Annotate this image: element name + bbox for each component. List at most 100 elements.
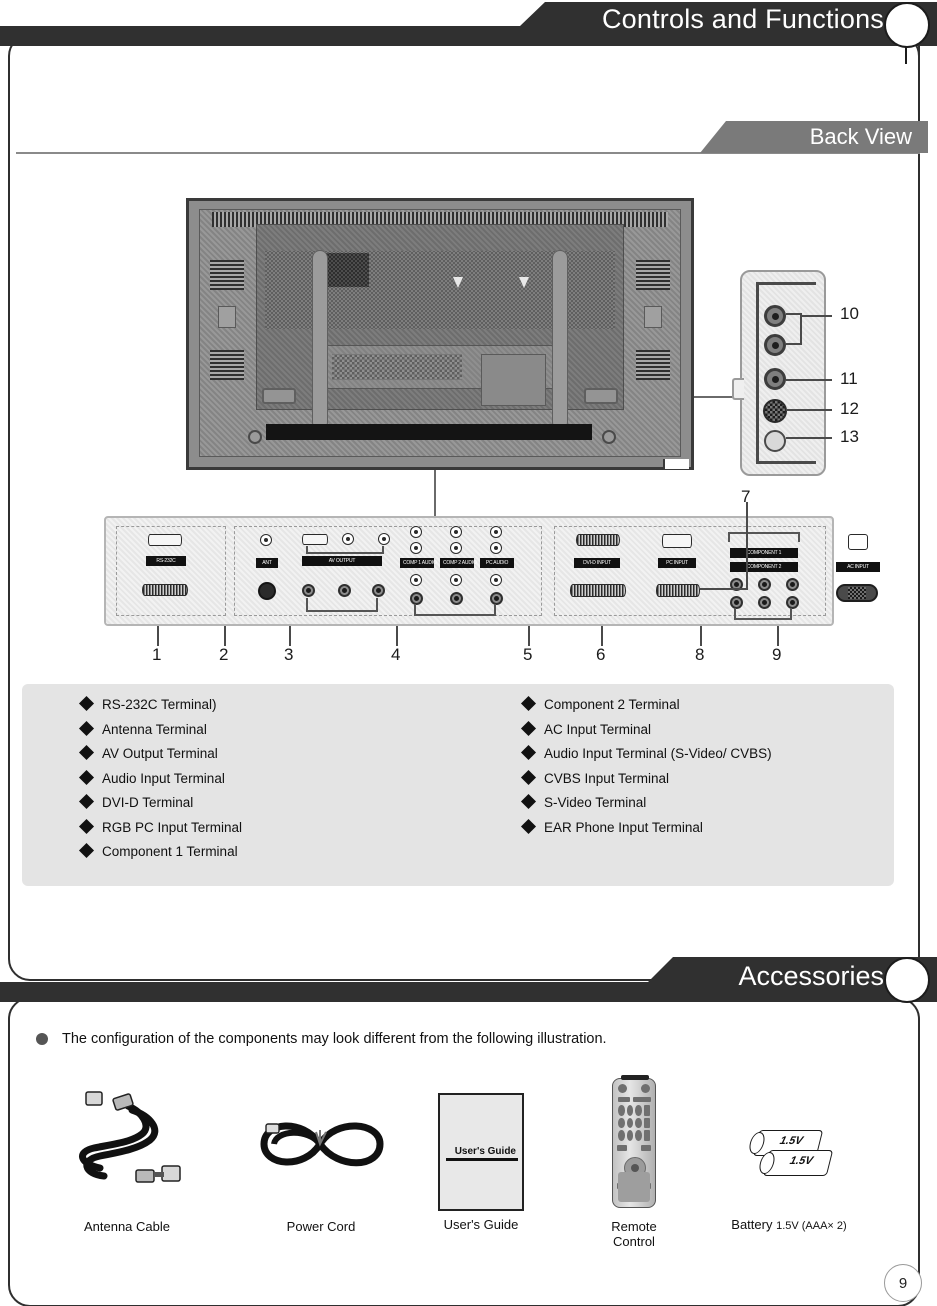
terminal-label-comp2-audio: COMP 2 AUDIO: [440, 558, 477, 568]
comp1-audio-icon-l: [410, 526, 422, 538]
av-output-icon: [302, 534, 328, 545]
antenna-cable-illustration: [70, 1090, 195, 1190]
side-jack-rca-audio-l: [764, 305, 786, 327]
tv-chassis: [199, 209, 681, 457]
legend-item-label: RS-232C Terminal): [102, 697, 217, 712]
callout-line-7h: [700, 588, 748, 590]
remote-power-button: [618, 1084, 627, 1093]
back-view-title: Back View: [809, 124, 912, 149]
remote-label-line2: Control: [613, 1234, 655, 1249]
rs232c-connector: [142, 584, 188, 596]
tv-arrow-marker-icon: [453, 277, 463, 288]
dvi-d-icon: [576, 534, 620, 546]
av-output-jack-audio-r: [372, 584, 385, 597]
terminal-label-rs232c: RS-232C: [146, 556, 186, 566]
accessories-note: The configuration of the components may …: [36, 1031, 607, 1047]
callout-number-2: 2: [219, 645, 229, 664]
terminal-label-component-2: COMPONENT 2: [730, 562, 798, 572]
tv-dot-grille: [332, 354, 462, 380]
page-number: 9: [884, 1264, 922, 1302]
callout-tick-8: [700, 626, 702, 646]
diamond-bullet-icon: [78, 695, 95, 712]
ac-input-socket: [836, 584, 878, 602]
diamond-bullet-icon: [78, 793, 95, 810]
accessory-label-power-cord: Power Cord: [286, 1219, 356, 1234]
legend-item: DVI-D Terminal: [78, 793, 242, 810]
legend-item: CVBS Input Terminal: [520, 769, 772, 786]
remote-key: [618, 1105, 625, 1116]
legend-item: RS-232C Terminal): [78, 695, 242, 712]
audio-jack-bracket: [414, 604, 496, 616]
callout-tick-5: [528, 626, 530, 646]
side-jack-earphone: [764, 430, 786, 452]
legend-item-label: DVI-D Terminal: [102, 795, 194, 810]
callout-tick-3: [289, 626, 291, 646]
av-output-jack-audio-l: [338, 584, 351, 597]
tv-side-vent: [636, 260, 670, 290]
legend-item-label: Audio Input Terminal: [102, 770, 225, 786]
av-output-audio-icon-l: [342, 533, 354, 545]
remote-key: [643, 1117, 650, 1129]
callout-tick-6: [601, 626, 603, 646]
av-output-jack-bracket: [306, 598, 378, 612]
callout-number-4: 4: [391, 645, 401, 664]
callout-line-10d: [786, 313, 802, 315]
legend-column-left: RS-232C Terminal) Antenna Terminal AV Ou…: [78, 695, 242, 868]
component1-jack-pr: [786, 578, 799, 591]
remote-key: [635, 1117, 642, 1129]
diamond-bullet-icon: [520, 793, 537, 810]
tv-side-vent: [210, 350, 244, 380]
diamond-bullet-icon: [78, 842, 95, 859]
rear-terminal-panel: RS-232C ANT AV OUTPUT COMP 1 AUDIO COMP …: [104, 516, 880, 626]
callout-line-12: [786, 409, 832, 411]
comp1-audio-plug-icon: [410, 574, 422, 586]
diamond-bullet-icon: [78, 720, 95, 736]
tv-lower-panel: [323, 345, 557, 406]
tv-side-port: [644, 306, 662, 328]
callout-number-11: 11: [840, 369, 858, 388]
remote-key: [626, 1105, 633, 1116]
comp2-audio-icon-l: [450, 526, 462, 538]
battery-label-2: 1.5V: [788, 1155, 815, 1167]
users-guide-illustration: User's Guide: [438, 1093, 524, 1211]
bullet-dot-icon: [36, 1033, 48, 1045]
battery-label-main: Battery: [731, 1217, 777, 1232]
legend-item-label: Component 1 Terminal: [102, 844, 238, 859]
legend-item: Component 1 Terminal: [78, 842, 242, 859]
callout-line-10c: [786, 343, 802, 345]
accessories-banner-title: Accessories: [738, 961, 884, 991]
callout-number-5: 5: [523, 645, 533, 664]
tv-side-vent: [210, 260, 244, 290]
controls-banner-title: Controls and Functions: [601, 4, 884, 34]
accessory-label-remote-control: Remote Control: [580, 1219, 688, 1249]
remote-key: [643, 1130, 650, 1141]
tv-back-illustration: [186, 198, 694, 470]
remote-key: [626, 1130, 633, 1141]
component1-jack-pb: [758, 578, 771, 591]
terminal-label-av-output: AV OUTPUT: [302, 556, 382, 566]
page-number-text: 9: [898, 1274, 908, 1292]
legend-item-label: Component 2 Terminal: [544, 697, 680, 712]
diamond-bullet-icon: [520, 744, 537, 761]
callout-number-10: 10: [840, 304, 859, 323]
tv-foot: [663, 459, 689, 469]
terminal-label-pc-audio: PC AUDIO: [480, 558, 514, 568]
remote-ok-button: [631, 1164, 639, 1172]
av-output-audio-icon-r: [378, 533, 390, 545]
tv-screw-icon: [248, 430, 262, 444]
pc-audio-icon-l: [490, 526, 502, 538]
legend-item: Antenna Terminal: [78, 720, 242, 737]
legend-column-right: Component 2 Terminal AC Input Terminal A…: [520, 695, 772, 843]
diamond-bullet-icon: [520, 695, 537, 712]
remote-channel-up-button: [641, 1145, 651, 1151]
manual-page: Controls and Functions Back View 10 11 1…: [0, 0, 937, 1306]
callout-line-7v: [746, 502, 748, 590]
comp2-audio-icon-r: [450, 542, 462, 554]
legend-item-label: CVBS Input Terminal: [544, 770, 670, 786]
diamond-bullet-icon: [78, 769, 95, 785]
remote-key: [626, 1117, 633, 1129]
ac-input-plug-icon: [848, 534, 868, 550]
remote-input-button: [618, 1097, 630, 1102]
diamond-bullet-icon: [78, 818, 95, 834]
terminal-label-component-1: COMPONENT 1: [730, 548, 798, 558]
